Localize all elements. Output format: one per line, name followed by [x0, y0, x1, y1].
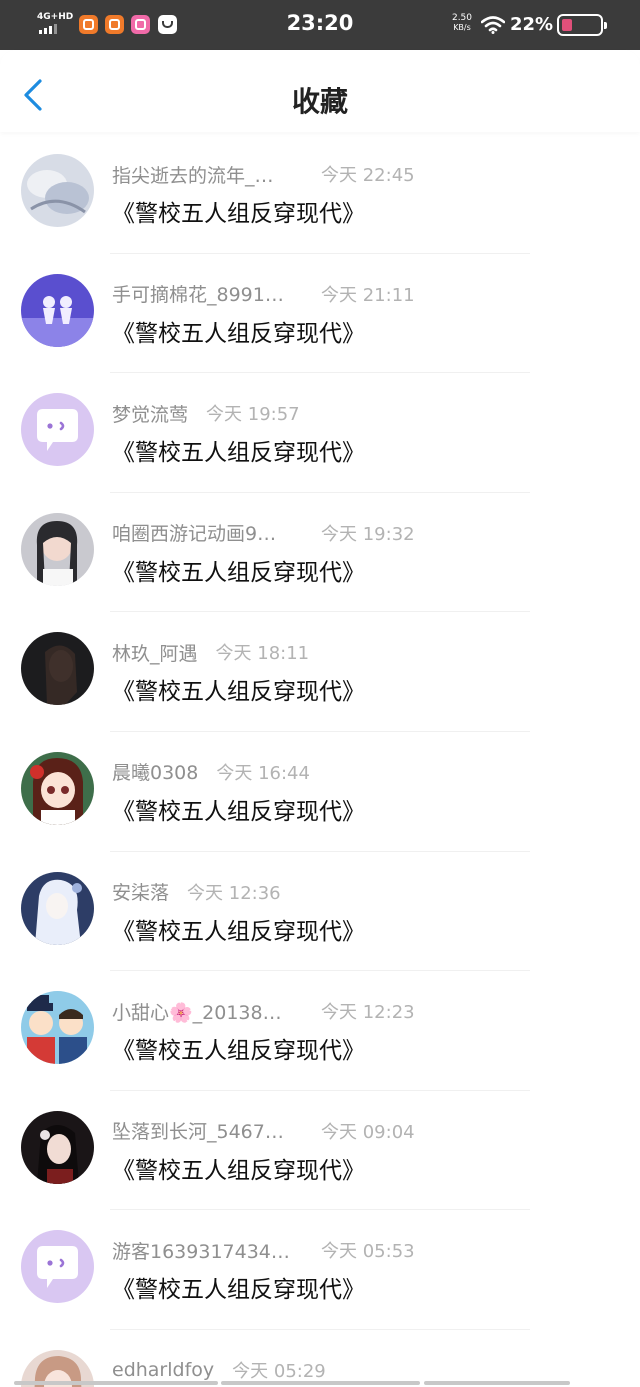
user-avatar: [21, 154, 94, 227]
timestamp: 今天 12:36: [187, 882, 281, 904]
timestamp: 今天 05:53: [321, 1241, 415, 1263]
user-avatar: [21, 632, 94, 706]
user-avatar: [21, 512, 94, 586]
user-avatar: [21, 273, 94, 347]
list-item[interactable]: 咱圈西游记动画9… 今天 19:32 《警校五人组反穿现代》: [0, 493, 640, 613]
scroll-indicator: [424, 1381, 570, 1385]
timestamp: 今天 22:45: [321, 165, 415, 186]
item-meta: 安柒落 今天 12:36: [112, 880, 281, 904]
page-title: 收藏: [291, 85, 348, 118]
username: 指尖逝去的流年_…: [112, 164, 274, 187]
item-meta: 指尖逝去的流年_… 今天 22:45: [112, 162, 415, 187]
list-item[interactable]: 安柒落 今天 12:36 《警校五人组反穿现代》: [0, 852, 640, 972]
list-item[interactable]: 指尖逝去的流年_… 今天 22:45 《警校五人组反穿现代》: [0, 134, 640, 254]
user-avatar: [21, 751, 94, 825]
status-bar: 4G+HD 23:20 2.50 KB/s 22%: [0, 0, 640, 50]
item-title: 《警校五人组反穿现代》: [112, 1157, 365, 1184]
item-title: 《警校五人组反穿现代》: [112, 559, 365, 586]
username: 晨曦0308: [112, 762, 199, 785]
item-meta: 游客1639317434… 今天 05:53: [112, 1238, 415, 1263]
item-title: 《警校五人组反穿现代》: [112, 201, 365, 227]
network-speed-value: 2.50: [451, 13, 473, 23]
username: edharldfoy: [112, 1358, 215, 1381]
network-speed-unit: KB/s: [453, 23, 471, 32]
list-item[interactable]: 坠落到长河_5467… 今天 09:04 《警校五人组反穿现代》: [0, 1091, 640, 1211]
item-meta: 梦觉流莺 今天 19:57: [112, 401, 300, 426]
scroll-indicator: [221, 1381, 420, 1385]
item-title: 《警校五人组反穿现代》: [112, 798, 365, 825]
timestamp: 今天 12:23: [321, 1002, 415, 1024]
item-meta: 小甜心🌸_20138… 今天 12:23: [112, 999, 415, 1024]
list-item[interactable]: 手可摘棉花_8991… 今天 21:11 《警校五人组反穿现代》: [0, 254, 640, 374]
timestamp: 今天 19:32: [321, 523, 415, 545]
username: 林玖_阿遇: [112, 642, 198, 665]
username: 手可摘棉花_8991…: [112, 284, 284, 307]
battery-percentage: 22%: [510, 14, 554, 35]
nav-bar: 收藏: [0, 50, 640, 132]
timestamp: 今天 05:29: [232, 1360, 326, 1382]
default-chat-avatar: [21, 1230, 94, 1304]
timestamp: 今天 18:11: [215, 643, 310, 665]
item-title: 《警校五人组反穿现代》: [112, 918, 365, 945]
username: 梦觉流莺: [112, 403, 189, 426]
timestamp: 今天 21:11: [321, 284, 415, 306]
item-title: 《警校五人组反穿现代》: [112, 679, 365, 706]
item-meta: 林玖_阿遇 今天 18:11: [112, 640, 310, 665]
item-meta: edharldfoy 今天 05:29: [112, 1358, 326, 1382]
list-item[interactable]: 梦觉流莺 今天 19:57 《警校五人组反穿现代》: [0, 373, 640, 493]
item-meta: 手可摘棉花_8991… 今天 21:11: [112, 282, 415, 307]
timestamp: 今天 09:04: [321, 1121, 415, 1143]
item-meta: 晨曦0308 今天 16:44: [112, 760, 310, 784]
default-chat-avatar: [21, 393, 94, 467]
username: 坠落到长河_5467…: [112, 1121, 284, 1144]
timestamp: 今天 16:44: [216, 762, 310, 784]
network-speed: 2.50 KB/s: [449, 13, 475, 33]
battery-icon: [557, 14, 607, 36]
item-meta: 咱圈西游记动画9… 今天 19:32: [112, 521, 415, 546]
wifi-icon: [481, 16, 505, 34]
list-item[interactable]: 游客1639317434… 今天 05:53 《警校五人组反穿现代》: [0, 1210, 640, 1330]
list-item[interactable]: 小甜心🌸_20138… 今天 12:23 《警校五人组反穿现代》: [0, 971, 640, 1091]
scroll-indicator: [14, 1381, 218, 1385]
item-title: 《警校五人组反穿现代》: [112, 1038, 365, 1065]
item-title: 《警校五人组反穿现代》: [112, 320, 365, 347]
list-item[interactable]: 晨曦0308 今天 16:44 《警校五人组反穿现代》: [0, 732, 640, 852]
username: 安柒落: [112, 882, 170, 905]
list-item[interactable]: 林玖_阿遇 今天 18:11 《警校五人组反穿现代》: [0, 612, 640, 732]
list-item[interactable]: edharldfoy 今天 05:29: [0, 1330, 640, 1387]
username: 游客1639317434…: [112, 1240, 290, 1263]
item-title: 《警校五人组反穿现代》: [112, 1277, 365, 1304]
item-title: 《警校五人组反穿现代》: [112, 440, 365, 467]
item-meta: 坠落到长河_5467… 今天 09:04: [112, 1119, 415, 1144]
username: 咱圈西游记动画9…: [112, 523, 277, 546]
user-avatar: [21, 871, 94, 945]
user-avatar: [21, 1110, 94, 1184]
timestamp: 今天 19:57: [206, 404, 300, 426]
user-avatar: [21, 991, 94, 1065]
username: 小甜心🌸_20138…: [112, 1001, 282, 1024]
favorites-list: 指尖逝去的流年_… 今天 22:45 《警校五人组反穿现代》 手可摘棉花_899…: [0, 134, 640, 1387]
